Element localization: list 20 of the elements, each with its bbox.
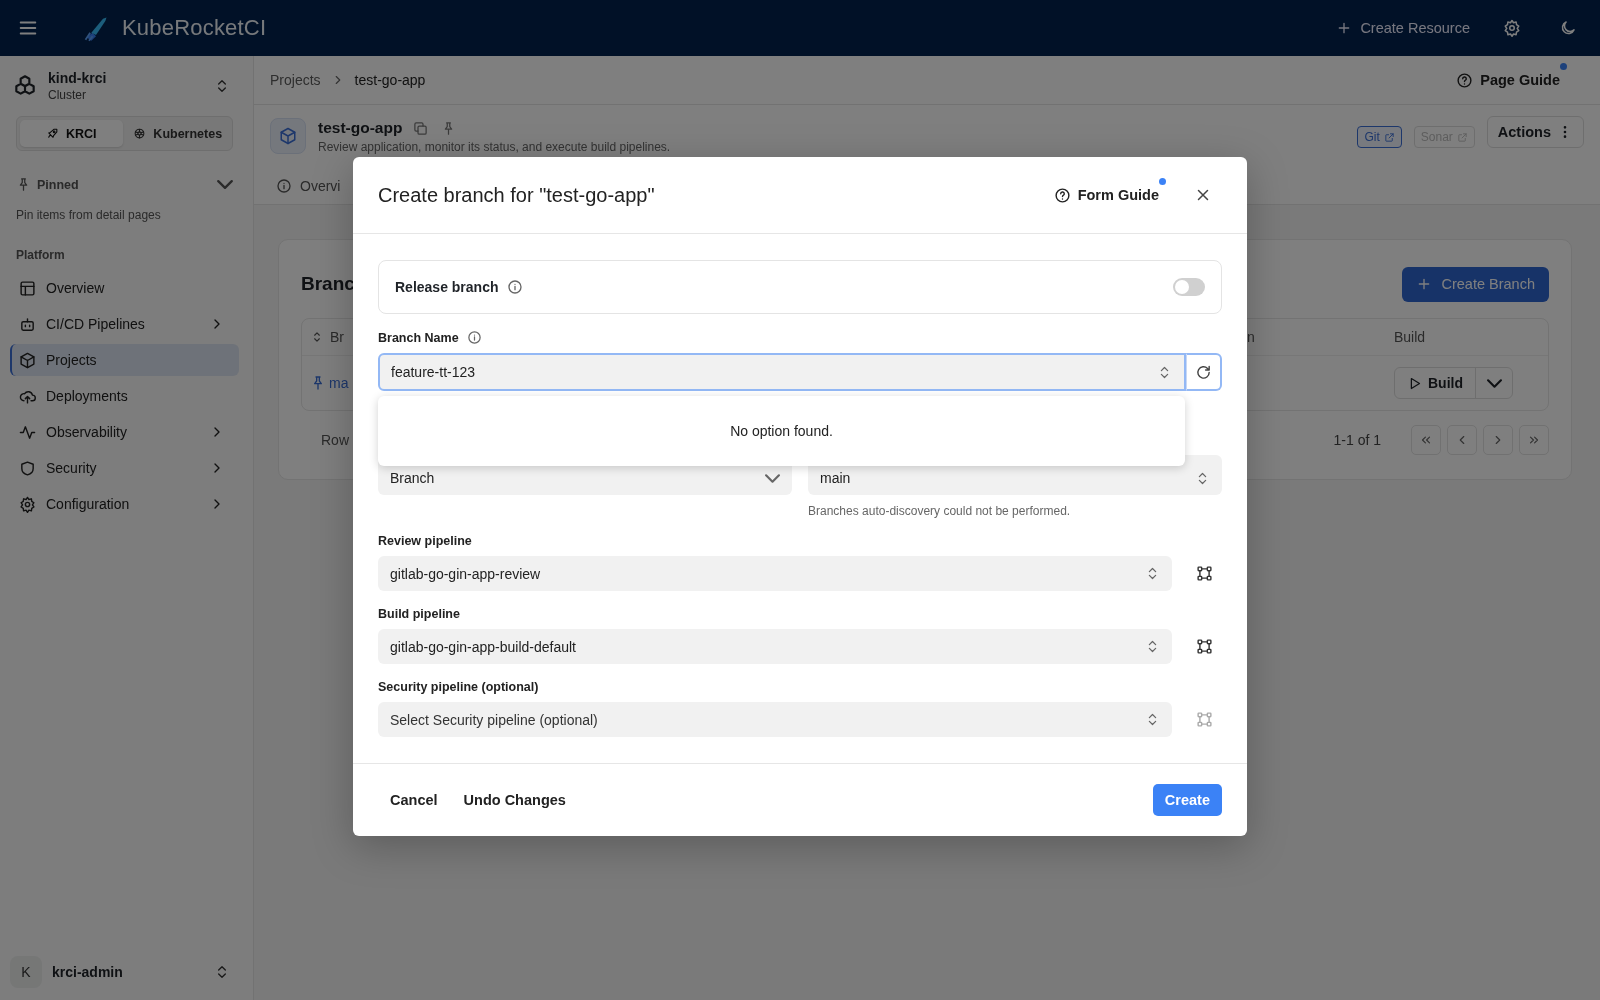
field-label: Build pipeline	[378, 607, 460, 621]
user-avatar: K	[10, 956, 42, 988]
dialog-title: Create branch for "test-go-app"	[378, 183, 655, 207]
nav-section-label: Platform	[16, 248, 66, 262]
field-label: Security pipeline (optional)	[378, 680, 539, 694]
field-label: Branch Name	[378, 330, 459, 345]
page-range: 1-1 of 1	[1333, 432, 1381, 448]
pinned-empty-text: Pin items from detail pages	[16, 208, 162, 222]
helper-text: Branches auto-discovery could not be performed.	[808, 504, 1072, 518]
release-branch-label: Release branch	[395, 279, 499, 295]
breadcrumb: test-go-app	[354, 72, 426, 88]
field-label: Review pipeline	[378, 534, 472, 548]
empty-message: No option found.	[730, 423, 833, 439]
column-header: Build	[1394, 329, 1427, 345]
cluster-caption: Cluster	[48, 88, 87, 102]
project-description: Review application, monitor its status, and execute build pipelines.	[318, 140, 671, 154]
rows-per-page-label: Row	[321, 432, 349, 448]
project-name: test-go-app	[318, 119, 403, 137]
column-header: n	[1247, 329, 1256, 345]
card-title: Branc	[301, 273, 355, 295]
